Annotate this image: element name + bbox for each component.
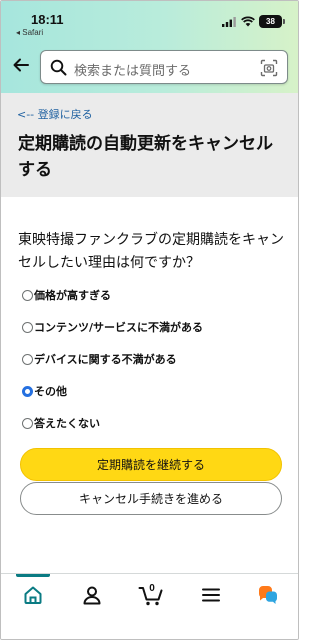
option-label: 価格が高すぎる <box>34 289 111 302</box>
option-label: コンテンツ/サービスに不満がある <box>34 321 204 334</box>
search-placeholder: 検索または質問する <box>74 64 192 79</box>
option-other[interactable]: その他 <box>22 382 67 400</box>
radio-button[interactable] <box>22 417 33 429</box>
page-title: 定期購読の自動更新をキャンセルする <box>18 134 273 180</box>
radio-button[interactable] <box>22 321 33 333</box>
phone-screen: 18:11 ◂ Safari 38 検索または質問する <-- 登録に戻る 定期… <box>0 0 299 640</box>
camera-scan-icon[interactable] <box>260 59 278 77</box>
back-arrow-icon[interactable] <box>11 55 31 75</box>
home-icon[interactable] <box>22 584 44 606</box>
proceed-cancellation-button[interactable]: キャンセル手続きを進める <box>20 482 282 515</box>
option-prefer-not-to-answer[interactable]: 答えたくない <box>22 414 100 432</box>
continue-subscription-button[interactable]: 定期購読を継続する <box>20 448 282 481</box>
header: 18:11 ◂ Safari 38 検索または質問する <box>1 1 298 93</box>
radio-button[interactable] <box>22 353 33 365</box>
option-content-dissatisfied[interactable]: コンテンツ/サービスに不満がある <box>22 318 203 336</box>
ai-assistant-icon[interactable] <box>257 584 279 606</box>
option-price-too-high[interactable]: 価格が高すぎる <box>22 286 111 304</box>
back-to-safari-link[interactable]: ◂ Safari <box>16 28 43 37</box>
wifi-icon <box>241 16 255 27</box>
option-label: その他 <box>34 385 67 398</box>
search-input[interactable]: 検索または質問する <box>40 50 288 84</box>
radio-button[interactable] <box>22 289 33 301</box>
account-icon[interactable] <box>81 584 103 606</box>
title-section: <-- 登録に戻る 定期購読の自動更新をキャンセルする <box>1 93 298 197</box>
bottom-nav: 0 <box>1 573 298 639</box>
battery-icon: 38 <box>259 15 285 28</box>
status-bar: 18:11 ◂ Safari 38 <box>1 1 298 39</box>
option-label: デバイスに関する不満がある <box>34 353 177 366</box>
status-time: 18:11 <box>31 12 64 27</box>
signal-icon <box>222 17 236 27</box>
back-to-registration-link[interactable]: <-- 登録に戻る <box>17 106 93 122</box>
search-icon <box>50 59 67 76</box>
option-label: 答えたくない <box>34 417 100 430</box>
active-tab-indicator <box>16 574 50 577</box>
cart-button[interactable]: 0 <box>138 582 164 608</box>
radio-button-selected[interactable] <box>22 385 33 397</box>
question-text: 東映特撮ファンクラブの定期購読をキャンセルしたい理由は何ですか？ <box>18 232 284 271</box>
cart-count: 0 <box>149 583 155 594</box>
option-device-dissatisfied[interactable]: デバイスに関する不満がある <box>22 350 177 368</box>
menu-icon[interactable] <box>200 584 222 606</box>
